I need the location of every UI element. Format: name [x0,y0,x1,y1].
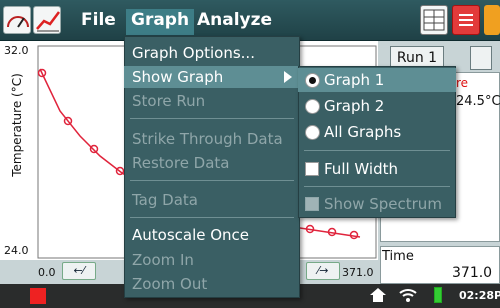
menu-graph[interactable]: Graph [126,9,195,35]
checkbox-full-width[interactable] [305,162,319,176]
graph-view-icon[interactable] [33,6,61,34]
radio-graph-1[interactable] [305,73,320,88]
submenu-item-graph-2[interactable]: Graph 2 [298,94,456,118]
submenu-item-graph-1[interactable]: Graph 1 [298,68,456,92]
meter-view-icon[interactable] [3,6,31,34]
submenu-arrow-icon [284,71,292,83]
menu-item-show-graph[interactable]: Show Graph [124,66,300,88]
logger-app: File Graph Analyze 32.0 24.0 Temperature… [0,0,500,308]
submenu-item-label: Graph 2 [324,97,385,115]
meter-value: 24.5°C [456,94,500,109]
submenu-item-label: Graph 1 [324,71,385,89]
menu-item-strike-through-data[interactable]: Strike Through Data [124,128,300,150]
home-icon[interactable] [368,287,388,303]
time-label: Time [382,249,414,264]
submenu-item-label: Full Width [324,160,398,178]
time-value: 371.0 [452,265,493,281]
submenu-item-all-graphs[interactable]: All Graphs [298,120,456,144]
menu-separator [130,217,294,218]
submenu-item-full-width[interactable]: Full Width [298,157,456,181]
y-axis-min: 24.0 [4,244,29,257]
x-axis-min: 0.0 [38,266,56,279]
menu-separator [130,118,294,119]
wifi-icon [398,287,418,303]
radio-all-graphs[interactable] [305,125,320,140]
y-axis-max: 32.0 [4,44,29,57]
battery-icon [434,287,442,303]
submenu-separator [304,186,450,187]
menu-item-autoscale-once[interactable]: Autoscale Once [124,224,300,246]
menu-item-zoom-out[interactable]: Zoom Out [124,273,300,295]
radio-graph-2[interactable] [305,99,320,114]
menu-item-store-run[interactable]: Store Run [124,90,300,112]
clock: 02:28P [459,289,500,302]
submenu-item-label: Show Spectrum [324,195,442,213]
scroll-left-button[interactable]: ←⁄ [62,262,96,280]
x-axis-max: 371.0 [342,266,374,279]
list-icon[interactable] [452,5,480,35]
y-axis-title: Temperature (°C) [10,73,24,177]
pencil-icon[interactable] [484,5,500,35]
menu-item-graph-options[interactable]: Graph Options... [124,42,300,64]
menu-file[interactable]: File [76,9,121,35]
menu-item-restore-data[interactable]: Restore Data [124,152,300,174]
scroll-right-button[interactable]: ⁄→ [306,262,340,280]
checkbox-show-spectrum[interactable] [305,197,319,211]
menu-separator [130,180,294,181]
submenu-separator [304,150,450,151]
save-run-icon[interactable] [470,46,492,70]
submenu-item-label: All Graphs [324,123,402,141]
table-view-icon[interactable] [420,5,448,35]
menu-analyze[interactable]: Analyze [192,9,277,35]
menu-item-zoom-in[interactable]: Zoom In [124,249,300,271]
submenu-item-show-spectrum[interactable]: Show Spectrum [298,192,456,216]
stop-button[interactable] [30,288,46,304]
menu-item-tag-data[interactable]: Tag Data [124,189,300,211]
meter-label: re [456,76,469,90]
